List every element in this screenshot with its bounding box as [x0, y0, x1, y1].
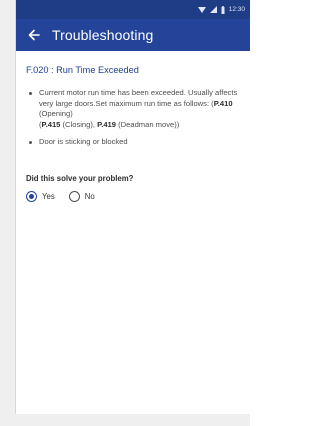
content: F.020 : Run Time Exceeded Current motor …	[16, 51, 250, 202]
parameter-code: P.415	[41, 119, 61, 129]
error-title: F.020 : Run Time Exceeded	[26, 65, 139, 75]
cause-item: Door is sticking or blocked	[26, 137, 240, 148]
no-label: No	[84, 191, 95, 201]
signal-icon	[209, 6, 217, 13]
no-option[interactable]: No	[68, 190, 95, 202]
cause-text: Current motor run time has been exceeded…	[39, 88, 238, 108]
parameter-code: P.410	[213, 98, 233, 108]
app-bar: Troubleshooting	[16, 19, 250, 51]
cause-text: (Opening)	[39, 109, 73, 119]
back-arrow-icon	[28, 29, 40, 41]
back-button[interactable]	[16, 29, 52, 41]
yes-label: Yes	[42, 191, 55, 201]
cause-text: (Closing),	[60, 119, 98, 129]
parameter-code: P.419	[97, 119, 116, 129]
page-title: Troubleshooting	[52, 27, 154, 43]
yes-radio[interactable]	[26, 190, 37, 202]
feedback-options: Yes No	[26, 190, 240, 202]
cause-text: (Deadman move))	[116, 119, 180, 129]
status-time: 12:30	[228, 6, 245, 13]
battery-icon	[221, 5, 225, 14]
cause-text: Door is sticking or blocked	[39, 137, 128, 147]
no-radio[interactable]	[68, 190, 80, 202]
status-bar: 12:30	[16, 0, 250, 19]
wifi-icon	[197, 6, 206, 13]
phone-screen: 12:30 Troubleshooting F.020 : Run Time E…	[15, 0, 250, 414]
radio-selected-dot	[29, 193, 34, 199]
cause-list: Current motor run time has been exceeded…	[26, 88, 240, 148]
yes-option[interactable]: Yes	[26, 190, 55, 202]
cause-item: Current motor run time has been exceeded…	[26, 88, 240, 130]
feedback-question: Did this solve your problem?	[26, 173, 134, 183]
